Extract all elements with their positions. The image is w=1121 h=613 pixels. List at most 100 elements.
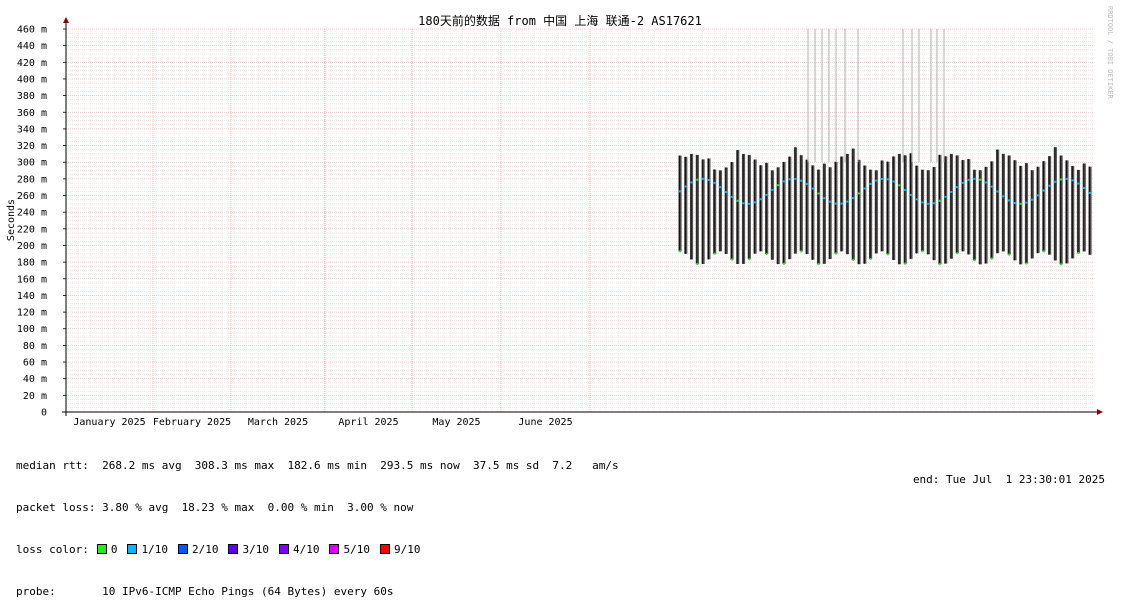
y-tick-label: 380 m bbox=[17, 91, 47, 102]
rtt-median-tick bbox=[788, 178, 791, 181]
rtt-median-tick bbox=[898, 184, 901, 187]
rtt-median-tick bbox=[915, 198, 918, 201]
rtt-min-tick bbox=[1025, 262, 1028, 265]
loss-color-swatch bbox=[177, 544, 188, 554]
x-tick-label: March 2025 bbox=[248, 417, 308, 428]
y-tick-label: 340 m bbox=[17, 124, 47, 135]
rtt-min-tick bbox=[852, 258, 855, 261]
rtt-median-tick bbox=[1031, 198, 1034, 201]
rtt-median-tick bbox=[869, 182, 872, 185]
loss-color-swatch bbox=[96, 544, 107, 554]
loss-color-swatch-label: 2/10 bbox=[191, 543, 219, 556]
rtt-median-tick bbox=[863, 187, 866, 190]
rtt-median-tick bbox=[823, 197, 826, 200]
y-tick-label: 120 m bbox=[17, 308, 47, 319]
y-tick-label: 280 m bbox=[17, 174, 47, 185]
rtt-median-tick bbox=[696, 178, 699, 181]
rtt-median-tick bbox=[713, 181, 716, 184]
y-tick-label: 200 m bbox=[17, 241, 47, 252]
rtt-median-tick bbox=[984, 181, 988, 184]
rtt-median-tick bbox=[805, 183, 809, 186]
y-tick-label: 180 m bbox=[17, 258, 47, 269]
rtt-median-tick bbox=[1077, 182, 1080, 185]
loss-color-swatches: 0 1/10 2/10 3/10 4/10 5/10 9/10 bbox=[89, 543, 421, 556]
rtt-series bbox=[678, 29, 1092, 266]
rtt-min-tick bbox=[782, 262, 785, 265]
rtt-median-tick bbox=[724, 191, 728, 194]
rtt-median-tick bbox=[1071, 179, 1074, 182]
median-rtt-line: median rtt: 268.2 ms avg 308.3 ms max 18… bbox=[16, 459, 619, 472]
rtt-median-tick bbox=[1088, 191, 1092, 194]
rtt-min-tick bbox=[696, 262, 699, 265]
rtt-median-tick bbox=[932, 202, 936, 205]
rtt-median-tick bbox=[840, 202, 843, 205]
rtt-median-tick bbox=[904, 189, 907, 192]
rtt-median-tick bbox=[938, 199, 942, 202]
y-tick-label: 160 m bbox=[17, 274, 47, 285]
rtt-median-tick bbox=[852, 197, 855, 200]
y-tick-label: 220 m bbox=[17, 224, 47, 235]
rtt-median-tick bbox=[765, 193, 768, 196]
y-tick-label: 260 m bbox=[17, 191, 47, 202]
rtt-min-tick bbox=[730, 258, 733, 261]
rtt-median-tick bbox=[1083, 186, 1086, 189]
loss-color-item: 4/10 bbox=[278, 543, 320, 556]
probe-line: probe: 10 IPv6-ICMP Echo Pings (64 Bytes… bbox=[16, 585, 394, 598]
rtt-median-tick bbox=[846, 200, 849, 203]
rtt-min-tick bbox=[869, 257, 872, 260]
y-tick-label: 60 m bbox=[23, 358, 47, 369]
rrdtool-watermark: RRDTOOL / TOBI OETIKER bbox=[1106, 6, 1114, 100]
rtt-min-tick bbox=[938, 263, 941, 266]
loss-color-swatch-label: 3/10 bbox=[242, 543, 269, 556]
loss-color-line: loss color: 0 1/10 2/10 3/10 4/10 5/10 9/10 bbox=[16, 543, 619, 557]
loss-color-item: 9/10 bbox=[379, 543, 421, 556]
rtt-min-tick bbox=[765, 253, 768, 256]
rtt-median-tick bbox=[782, 180, 786, 183]
y-tick-label: 100 m bbox=[17, 324, 47, 335]
latency-chart: 180天前的数据 from 中国 上海 联通-2 AS17621 Seconds… bbox=[6, 6, 1114, 428]
rtt-median-tick bbox=[944, 195, 947, 198]
y-tick-labels: 0 20 m 40 m 60 m 80 m 100 m 120 m 140 m 160 m 180… bbox=[17, 25, 47, 419]
loss-color-item: 5/10 bbox=[329, 543, 370, 556]
y-tick-label: 420 m bbox=[17, 58, 47, 69]
rtt-median-tick bbox=[771, 188, 774, 191]
y-tick-label: 460 m bbox=[17, 25, 47, 36]
x-tick-labels: January 2025 February 2025 March 2025 April… bbox=[73, 417, 572, 428]
rtt-median-tick bbox=[776, 184, 780, 187]
y-axis-label: Seconds bbox=[6, 199, 17, 241]
loss-color-swatch-label: 9/10 bbox=[393, 543, 421, 556]
rtt-median-tick bbox=[961, 181, 965, 184]
loss-color-item: 2/10 bbox=[177, 543, 219, 556]
x-tick-label: June 2025 bbox=[518, 417, 572, 428]
rtt-median-tick bbox=[973, 177, 976, 180]
rtt-median-tick bbox=[811, 187, 815, 190]
rtt-median-tick bbox=[875, 179, 878, 182]
rtt-min-tick bbox=[1008, 253, 1011, 256]
y-tick-label: 300 m bbox=[17, 158, 47, 169]
x-tick-label: February 2025 bbox=[153, 417, 231, 428]
rtt-median-tick bbox=[690, 181, 693, 184]
rtt-median-tick bbox=[730, 195, 734, 198]
x-tick-label: April 2025 bbox=[338, 417, 398, 428]
rtt-median-tick bbox=[886, 178, 890, 181]
rtt-min-tick bbox=[1042, 250, 1045, 253]
loss-color-swatch bbox=[278, 544, 289, 554]
rtt-median-tick bbox=[892, 180, 895, 183]
y-tick-label: 20 m bbox=[23, 391, 47, 402]
rtt-median-tick bbox=[1042, 189, 1046, 192]
rtt-median-tick bbox=[1013, 202, 1017, 205]
loss-color-swatch bbox=[127, 544, 138, 554]
y-tick-label: 40 m bbox=[23, 374, 47, 385]
rtt-min-tick bbox=[713, 252, 716, 255]
y-axis-arrow bbox=[63, 17, 69, 23]
y-tick-label: 320 m bbox=[17, 141, 47, 152]
rtt-median-tick bbox=[753, 201, 757, 204]
rtt-min-tick bbox=[800, 250, 803, 253]
loss-color-swatch bbox=[228, 544, 239, 554]
rtt-median-tick bbox=[794, 178, 797, 181]
y-tick-label: 240 m bbox=[17, 208, 47, 219]
rtt-median-tick bbox=[1054, 180, 1057, 183]
rtt-median-tick bbox=[742, 202, 745, 205]
rtt-median-tick bbox=[1048, 184, 1051, 187]
loss-color-swatch-label: 4/10 bbox=[292, 543, 320, 556]
